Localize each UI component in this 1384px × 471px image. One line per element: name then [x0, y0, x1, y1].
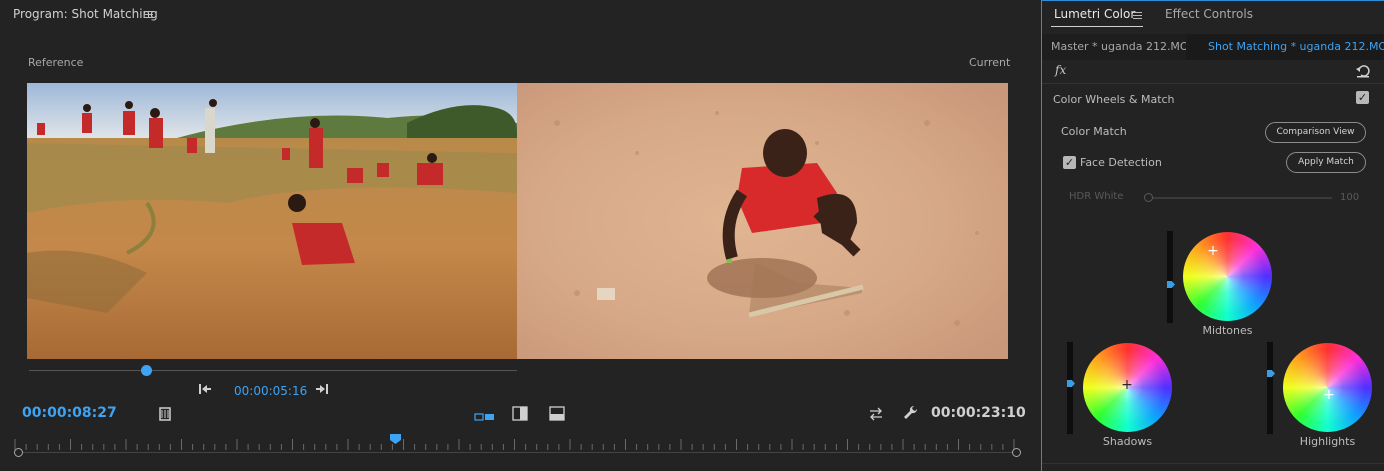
hdr-white-value: 100 — [1340, 192, 1360, 203]
reference-label: Reference — [28, 56, 84, 69]
vertical-split-icon[interactable] — [511, 406, 529, 422]
active-clip-label[interactable]: Shot Matching * uganda 212.MOV — [1208, 40, 1384, 53]
shadows-label: Shadows — [1102, 435, 1153, 448]
playhead-timecode[interactable]: 00:00:08:27 — [22, 405, 117, 421]
shadows-luma-thumb[interactable] — [1067, 380, 1075, 387]
highlights-label: Highlights — [1299, 435, 1356, 448]
tab-lumetri-color[interactable]: Lumetri Color — [1054, 7, 1135, 21]
duration-timecode: 00:00:23:10 — [931, 405, 1026, 421]
tab-effect-controls[interactable]: Effect Controls — [1165, 7, 1253, 21]
zoom-end-handle[interactable] — [1012, 448, 1021, 457]
current-label: Current — [969, 56, 1011, 69]
divider — [1042, 83, 1384, 84]
reference-image — [27, 83, 517, 359]
wrench-icon[interactable] — [902, 404, 920, 422]
midtones-luma-slider[interactable] — [1167, 231, 1173, 323]
face-detection-label: Face Detection — [1080, 156, 1162, 169]
time-ruler[interactable] — [14, 435, 1020, 450]
comparison-view-button[interactable]: Comparison View — [1265, 122, 1366, 143]
app-window: Program: Shot Matching Reference Current — [0, 0, 1384, 471]
shadows-luma-slider[interactable] — [1067, 342, 1073, 434]
fx-icon[interactable]: fx — [1055, 63, 1066, 77]
step-back-icon[interactable] — [196, 382, 214, 398]
section-enabled-checkbox[interactable]: ✓ — [1356, 91, 1369, 104]
lumetri-color-panel: Lumetri Color Effect Controls Master * u… — [1041, 0, 1384, 471]
highlights-luma-slider[interactable] — [1267, 342, 1273, 434]
shadows-crosshair-icon[interactable]: + — [1120, 378, 1134, 392]
side-by-side-icon[interactable] — [474, 408, 496, 421]
swap-icon[interactable] — [867, 406, 885, 422]
midtones-label: Midtones — [1202, 324, 1253, 337]
highlights-luma-thumb[interactable] — [1267, 370, 1275, 377]
hdr-white-slider[interactable] — [1153, 197, 1332, 199]
hamburger-menu-icon[interactable] — [144, 11, 153, 18]
midtones-luma-thumb[interactable] — [1167, 281, 1175, 288]
apply-match-button[interactable]: Apply Match — [1286, 152, 1366, 173]
midtones-crosshair-icon[interactable]: + — [1206, 244, 1220, 258]
hdr-white-slider-thumb[interactable] — [1144, 193, 1153, 202]
hamburger-menu-icon[interactable] — [1133, 12, 1142, 19]
reference-frame[interactable] — [27, 83, 517, 359]
face-detection-checkbox[interactable]: ✓ — [1063, 156, 1076, 169]
section-title[interactable]: Color Wheels & Match — [1053, 93, 1175, 106]
reference-timecode[interactable]: 00:00:05:16 — [234, 384, 307, 398]
highlights-crosshair-icon[interactable]: + — [1322, 388, 1336, 402]
active-tab-underline — [1051, 26, 1143, 27]
current-image — [517, 83, 1008, 359]
reference-scrub-track[interactable] — [29, 370, 517, 371]
color-match-label: Color Match — [1061, 125, 1127, 138]
current-frame[interactable] — [517, 83, 1008, 359]
step-forward-icon[interactable] — [313, 382, 331, 398]
divider — [1042, 463, 1384, 464]
program-monitor-panel: Program: Shot Matching Reference Current — [0, 0, 1040, 471]
reference-scrub-thumb[interactable] — [141, 365, 153, 376]
horizontal-split-icon[interactable] — [548, 406, 566, 422]
panel-title: Program: Shot Matching — [13, 7, 158, 21]
zoom-start-handle[interactable] — [14, 448, 23, 457]
hdr-white-label: HDR White — [1069, 191, 1124, 202]
reset-icon[interactable] — [1355, 63, 1371, 78]
export-frame-icon[interactable] — [157, 406, 175, 422]
midtones-color-wheel[interactable] — [1183, 232, 1272, 321]
zoom-scroll-track[interactable] — [20, 452, 1016, 453]
master-clip-label[interactable]: Master * uganda 212.MOV — [1051, 40, 1196, 53]
